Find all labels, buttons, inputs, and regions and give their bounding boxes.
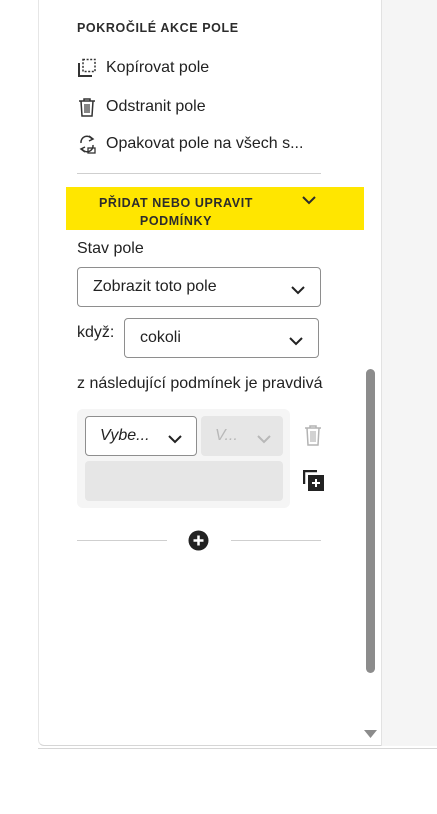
copy-field-icon <box>77 58 97 78</box>
field-state-select[interactable]: Zobrazit toto pole <box>77 267 321 307</box>
chevron-down-icon <box>302 193 316 205</box>
chevron-down-icon <box>168 431 182 444</box>
chevron-down-icon <box>291 282 305 295</box>
chevron-down-icon <box>257 431 271 444</box>
scrollbar-thumb[interactable] <box>366 369 375 673</box>
canvas-background <box>381 0 437 746</box>
delete-field-action[interactable]: Odstranit pole <box>77 95 206 119</box>
copy-field-action[interactable]: Kopírovat pole <box>77 56 209 80</box>
repeat-icon <box>77 134 97 154</box>
condition-value-input <box>85 461 283 501</box>
when-select[interactable]: cokoli <box>124 318 319 358</box>
trash-icon <box>303 424 323 446</box>
add-condition-divider-left <box>77 540 167 541</box>
condition-operator-select: V... <box>201 416 283 456</box>
condition-operator-value: V... <box>215 427 238 444</box>
conditions-header[interactable]: PŘIDAT NEBO UPRAVIT PODMÍNKY <box>66 187 364 230</box>
repeat-field-label: Opakovat pole na všech s... <box>106 135 304 152</box>
add-copy-icon[interactable] <box>302 469 325 492</box>
trash-icon <box>77 97 97 117</box>
add-circle-icon[interactable] <box>188 530 209 551</box>
conditions-header-title: PŘIDAT NEBO UPRAVIT PODMÍNKY <box>99 196 253 228</box>
when-label: když: <box>77 324 115 341</box>
add-condition-divider-right <box>231 540 321 541</box>
section-divider <box>77 173 321 174</box>
advanced-actions-heading: POKROČILÉ AKCE POLE <box>77 21 239 35</box>
condition-rule-text: z následující podmínek je pravdivá <box>77 375 323 392</box>
copy-field-label: Kopírovat pole <box>106 59 210 76</box>
field-state-value: Zobrazit toto pole <box>93 278 217 295</box>
delete-field-label: Odstranit pole <box>106 98 206 115</box>
chevron-down-icon <box>289 333 303 346</box>
panel-bottom-border <box>38 748 437 749</box>
scroll-down-arrow-icon[interactable] <box>364 726 377 738</box>
condition-field-select[interactable]: Vybe... <box>85 416 197 456</box>
condition-field-value: Vybe... <box>100 427 150 444</box>
when-value: cokoli <box>140 329 181 346</box>
repeat-field-action[interactable]: Opakovat pole na všech s... <box>77 132 303 156</box>
field-state-label: Stav pole <box>77 240 144 257</box>
